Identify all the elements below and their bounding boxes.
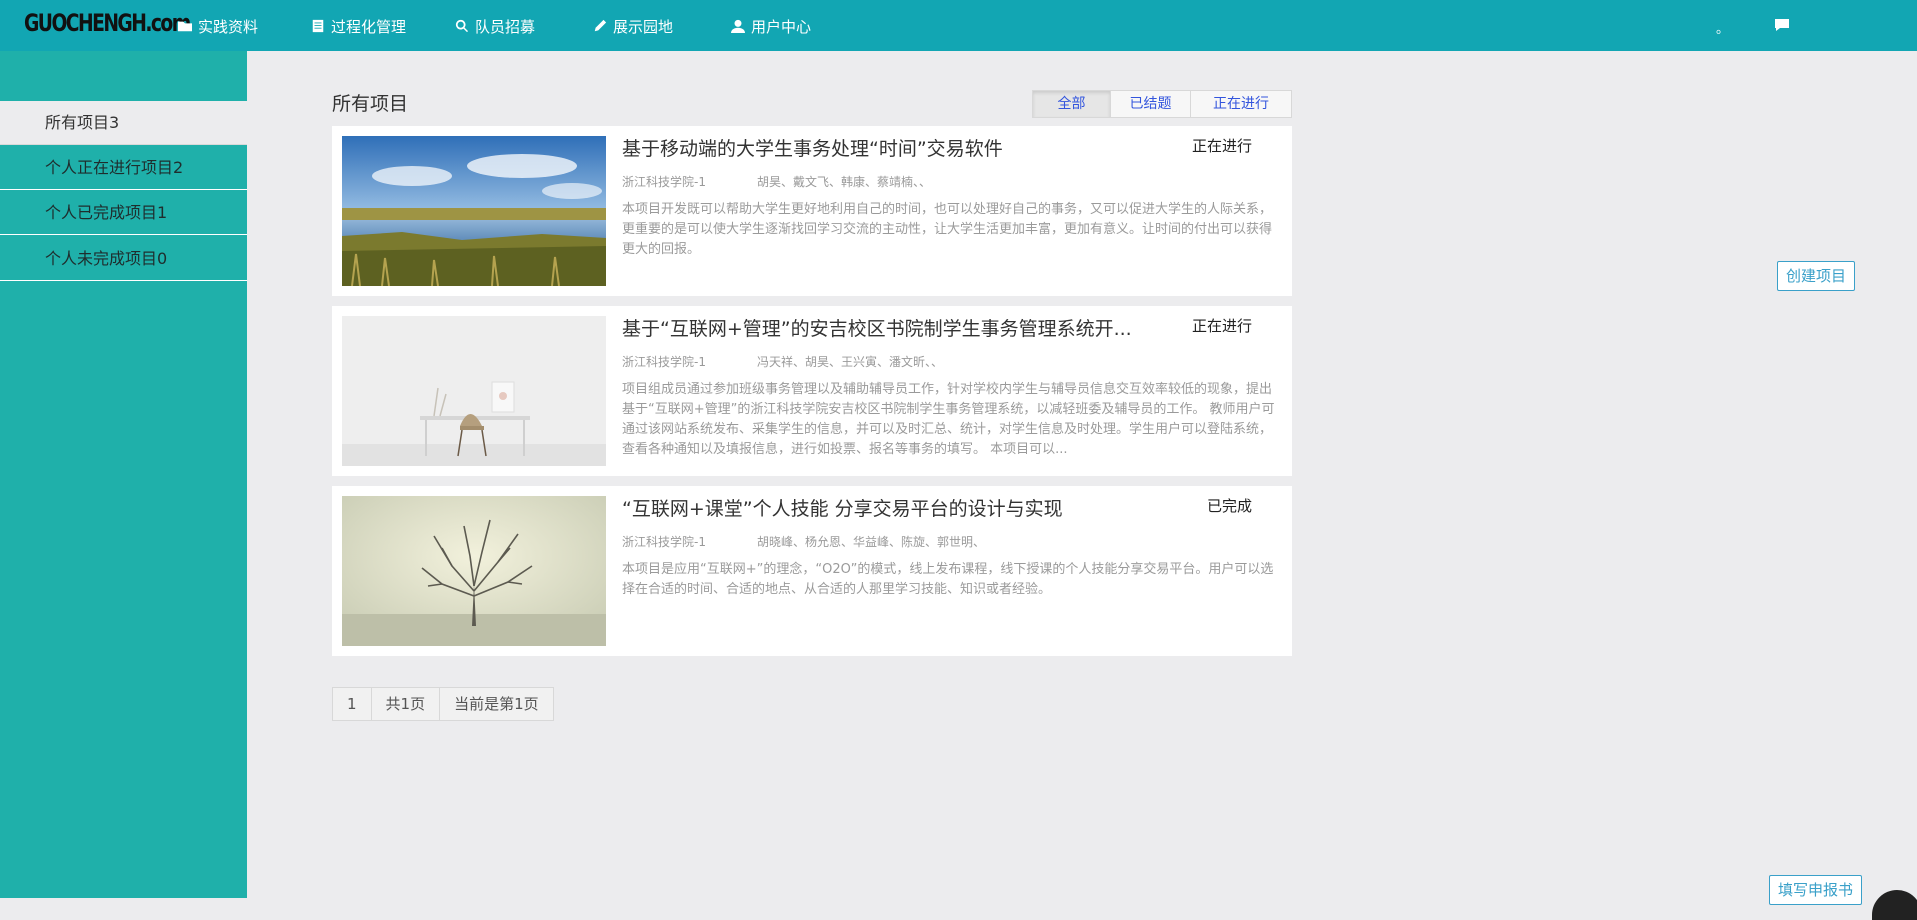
sidebar-item-all-projects[interactable]: 所有项目3 [0,101,247,145]
nav-item-label: 用户中心 [751,17,812,36]
project-title[interactable]: 基于“互联网+管理”的安吉校区书院制学生事务管理系统开... [622,314,1132,341]
nav-item-recruit[interactable]: 队员招募 [455,16,535,36]
project-meta: 浙江科技学院-1 胡晓峰、杨允恩、华益峰、陈旋、郭世明、 [622,533,985,550]
sidebar-item-in-progress[interactable]: 个人正在进行项目2 [0,146,247,190]
project-card[interactable]: 基于移动端的大学生事务处理“时间”交易软件 正在进行 浙江科技学院-1 胡昊、戴… [332,126,1292,296]
project-school: 浙江科技学院-1 [622,535,706,549]
nav-item-showcase[interactable]: 展示园地 [593,16,673,36]
page-current: 当前是第1页 [454,695,539,713]
project-image-tree[interactable] [342,496,606,646]
site-logo[interactable]: GUOCHENGH.com [24,9,191,37]
search-icon [455,19,469,33]
nav-item-label: 队员招募 [475,17,536,36]
nav-item-label: 展示园地 [613,17,674,36]
project-meta: 浙江科技学院-1 冯天祥、胡昊、王兴寅、潘文昕、、 [622,353,943,370]
fill-report-button[interactable]: 填写申报书 [1769,875,1863,905]
page-total: 共1页 [372,688,441,720]
nav-item-process[interactable]: 过程化管理 [311,16,406,36]
nav-dot: 。 [1716,22,1730,37]
project-status: 正在进行 [1191,137,1252,155]
sidebar-item-completed[interactable]: 个人已完成项目1 [0,191,247,235]
project-meta: 浙江科技学院-1 胡昊、戴文飞、韩康、蔡靖楠、、 [622,173,931,190]
nav-item-materials[interactable]: 实践资料 [178,16,258,36]
project-status: 已完成 [1206,497,1252,515]
chat-icon[interactable] [1774,18,1790,32]
page-number[interactable]: 1 [333,688,372,720]
top-navbar: GUOCHENGH.com 实践资料 过程化管理 队员招募 展示园地 用户中心 … [0,0,1917,51]
project-description: 本项目开发既可以帮助大学生更好地利用自己的时间，也可以处理好自己的事务，又可以促… [622,202,1273,257]
pencil-icon [594,19,607,32]
pagination: 1 共1页 当前是第1页 [332,687,554,721]
sidebar: 所有项目3 个人正在进行项目2 个人已完成项目1 个人未完成项目0 [0,51,247,898]
project-card[interactable]: “互联网+课堂”个人技能 分享交易平台的设计与实现 已完成 浙江科技学院-1 胡… [332,486,1292,656]
project-school: 浙江科技学院-1 [622,175,706,189]
floating-widget[interactable] [1872,890,1917,920]
project-members: 胡晓峰、杨允恩、华益峰、陈旋、郭世明、 [757,535,986,549]
filter-tabs: 全部 已结题 正在进行 [1032,90,1292,118]
project-members: 胡昊、戴文飞、韩康、蔡靖楠、、 [757,175,932,189]
project-status: 正在进行 [1191,317,1252,335]
tab-closed[interactable]: 已结题 [1111,91,1191,117]
nav-item-label: 过程化管理 [331,17,407,36]
tab-in-progress[interactable]: 正在进行 [1191,91,1291,117]
project-title[interactable]: 基于移动端的大学生事务处理“时间”交易软件 [622,134,1003,161]
page-title: 所有项目 [332,93,409,115]
project-card[interactable]: 基于“互联网+管理”的安吉校区书院制学生事务管理系统开... 正在进行 浙江科技… [332,306,1292,476]
folder-icon [178,21,192,32]
project-description: 项目组成员通过参加班级事务管理以及辅助辅导员工作，针对学校内学生与辅导员信息交互… [622,382,1275,457]
project-image-lake[interactable] [342,136,606,286]
project-description: 本项目是应用“互联网+”的理念，“O2O”的模式，线上发布课程，线下授课的个人技… [622,562,1274,597]
project-members: 冯天祥、胡昊、王兴寅、潘文昕、、 [757,355,944,369]
project-image-desk[interactable] [342,316,606,466]
project-title[interactable]: “互联网+课堂”个人技能 分享交易平台的设计与实现 [622,494,1063,521]
create-project-button[interactable]: 创建项目 [1777,261,1856,291]
nav-item-user-center[interactable]: 用户中心 [731,16,811,36]
user-icon [731,19,745,33]
list-icon [312,19,324,33]
tab-all[interactable]: 全部 [1033,91,1111,117]
project-school: 浙江科技学院-1 [622,355,706,369]
nav-item-label: 实践资料 [198,17,259,36]
sidebar-item-unfinished[interactable]: 个人未完成项目0 [0,237,247,281]
